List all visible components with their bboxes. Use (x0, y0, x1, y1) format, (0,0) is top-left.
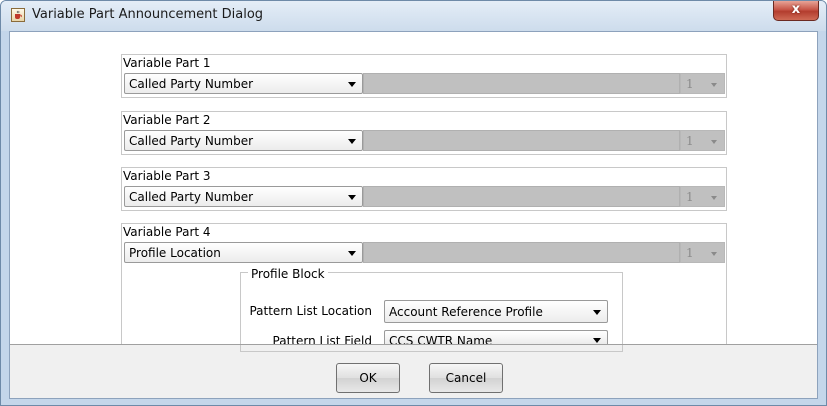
select-value: 1 (686, 190, 694, 204)
variable-part-2-panel: Variable Part 2 Called Party Number 1 (121, 111, 727, 155)
variable-part-2-value-field (363, 130, 680, 151)
variable-part-2-number-select: 1 (680, 130, 725, 151)
button-bar-divider (10, 344, 817, 345)
variable-part-4-panel: Variable Part 4 Profile Location 1 (121, 223, 727, 263)
chevron-down-icon (348, 195, 356, 200)
pattern-list-field-label: Pattern List Field (272, 334, 372, 348)
chevron-down-icon (348, 139, 356, 144)
title-bar[interactable]: Variable Part Announcement Dialog x (1, 1, 826, 31)
chevron-down-icon (711, 140, 717, 144)
profile-block-title: Profile Block (248, 267, 328, 281)
variable-part-label: Variable Part 4 (123, 225, 211, 239)
ok-button[interactable]: OK (336, 363, 400, 393)
variable-part-label: Variable Part 3 (123, 169, 211, 183)
variable-part-3-number-select: 1 (680, 186, 725, 207)
pattern-list-field-select[interactable]: CCS CWTR Name (384, 330, 608, 348)
variable-part-3-panel: Variable Part 3 Called Party Number 1 (121, 167, 727, 211)
select-value: Called Party Number (129, 77, 254, 91)
close-button[interactable]: x (773, 1, 819, 21)
chevron-down-icon (711, 196, 717, 200)
chevron-down-icon (348, 82, 356, 87)
close-icon: x (791, 2, 801, 17)
chevron-down-icon (711, 83, 717, 87)
variable-part-label: Variable Part 1 (123, 56, 211, 70)
java-cup-icon (11, 8, 25, 22)
select-value: 1 (686, 77, 694, 91)
dialog-client-area: Variable Part 1 Called Party Number 1 Va… (9, 31, 818, 399)
variable-part-3-value-field (363, 186, 680, 207)
select-value: 1 (686, 134, 694, 148)
pattern-list-location-label: Pattern List Location (249, 304, 372, 318)
select-value: CCS CWTR Name (389, 334, 493, 348)
chevron-down-icon (593, 338, 601, 343)
variable-part-1-panel: Variable Part 1 Called Party Number 1 (121, 54, 727, 98)
variable-part-2-type-select[interactable]: Called Party Number (124, 130, 363, 151)
select-value: Account Reference Profile (389, 305, 543, 319)
variable-part-1-type-select[interactable]: Called Party Number (124, 73, 363, 94)
variable-part-3-type-select[interactable]: Called Party Number (124, 186, 363, 207)
variable-part-1-number-select: 1 (680, 73, 725, 94)
select-value: Called Party Number (129, 134, 254, 148)
variable-part-1-value-field (363, 73, 680, 94)
chevron-down-icon (593, 310, 601, 315)
pattern-list-location-select[interactable]: Account Reference Profile (384, 300, 608, 323)
variable-part-label: Variable Part 2 (123, 113, 211, 127)
cancel-button[interactable]: Cancel (429, 363, 503, 393)
select-value: Called Party Number (129, 190, 254, 204)
window-title: Variable Part Announcement Dialog (32, 7, 264, 22)
dialog-window: Variable Part Announcement Dialog x Vari… (0, 0, 827, 406)
scroll-content: Variable Part 1 Called Party Number 1 Va… (10, 32, 817, 352)
